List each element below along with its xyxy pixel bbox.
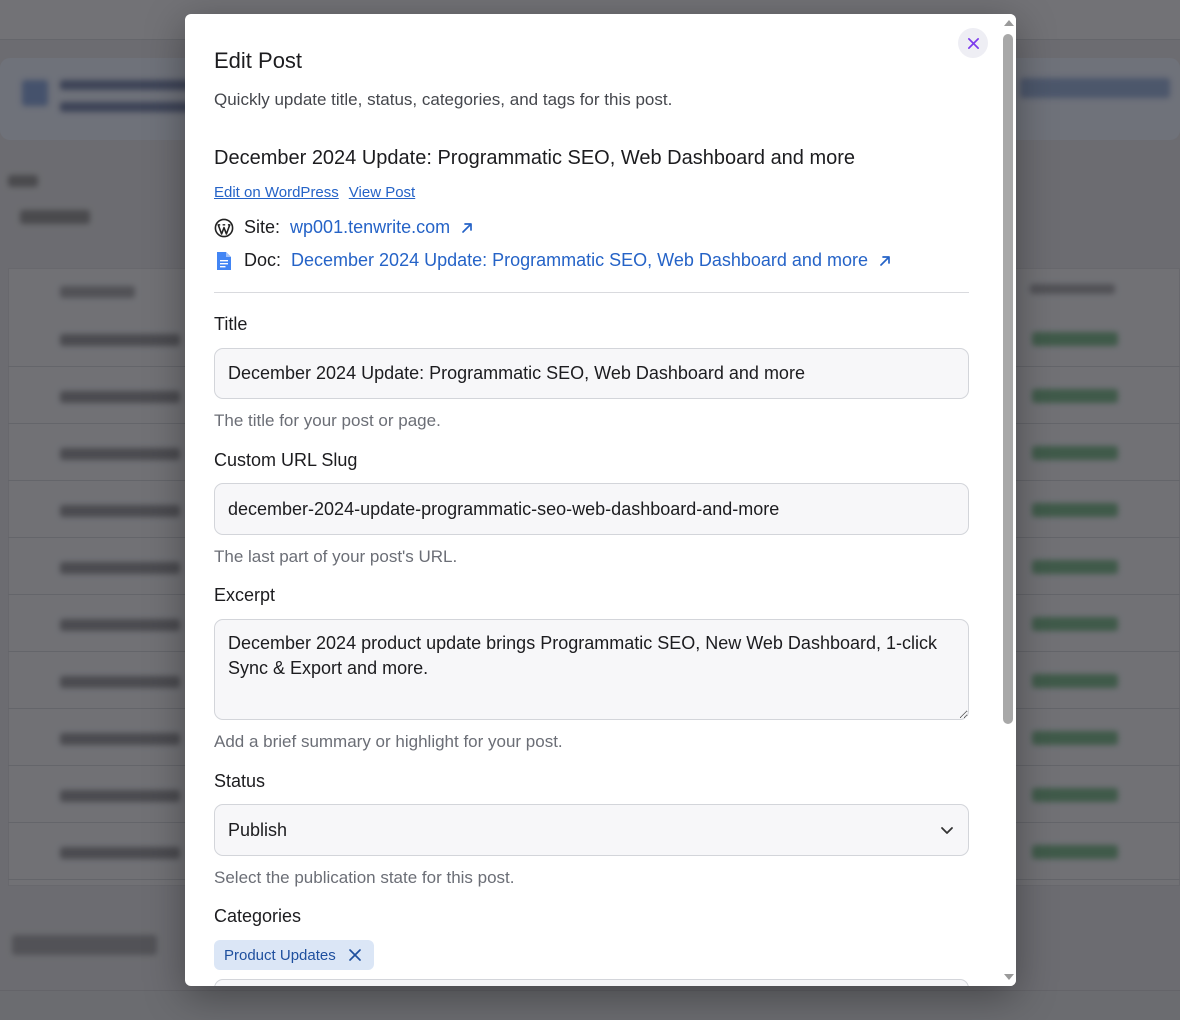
scroll-up-arrow[interactable] — [1004, 20, 1014, 26]
doc-row: Doc: December 2024 Update: Programmatic … — [214, 250, 892, 271]
status-select[interactable]: Publish — [214, 804, 969, 856]
remove-tag-icon[interactable] — [348, 948, 362, 962]
section-divider — [214, 292, 969, 293]
dialog-scrollbar[interactable] — [1000, 14, 1016, 986]
status-selected-value: Publish — [228, 819, 288, 840]
external-link-icon — [880, 255, 890, 266]
view-post-link[interactable]: View Post — [349, 184, 415, 201]
dialog-title: Edit Post — [214, 48, 303, 73]
excerpt-label: Excerpt — [214, 585, 276, 605]
category-tag-label: Product Updates — [224, 946, 336, 964]
post-heading: December 2024 Update: Programmatic SEO, … — [214, 147, 856, 169]
slug-label: Custom URL Slug — [214, 450, 358, 470]
google-doc-icon — [214, 251, 234, 271]
title-help: The title for your post or page. — [214, 411, 441, 430]
status-label: Status — [214, 771, 266, 791]
title-label: Title — [214, 314, 248, 334]
excerpt-help: Add a brief summary or highlight for you… — [214, 732, 563, 751]
doc-link[interactable]: December 2024 Update: Programmatic SEO, … — [291, 250, 868, 271]
doc-label: Doc: — [244, 250, 282, 270]
excerpt-textarea[interactable]: December 2024 product update brings Prog… — [214, 619, 969, 720]
wordpress-icon — [214, 218, 234, 238]
scroll-thumb[interactable] — [1003, 34, 1013, 724]
chevron-down-icon — [941, 827, 953, 834]
site-row: Site: wp001.tenwrite.com — [214, 217, 474, 238]
external-link-icon — [462, 222, 472, 233]
site-label: Site: — [244, 217, 281, 237]
categories-label: Categories — [214, 906, 302, 926]
close-icon — [967, 37, 979, 49]
scroll-down-arrow[interactable] — [1004, 974, 1014, 980]
edit-on-wordpress-link[interactable]: Edit on WordPress — [214, 184, 339, 201]
categories-input[interactable] — [214, 979, 969, 986]
edit-post-dialog: Edit Post Quickly update title, status, … — [185, 14, 1016, 986]
close-button[interactable] — [958, 28, 988, 58]
status-help: Select the publication state for this po… — [214, 868, 515, 887]
slug-help: The last part of your post's URL. — [214, 547, 458, 566]
category-tag: Product Updates — [214, 940, 374, 970]
dialog-subtitle: Quickly update title, status, categories… — [214, 90, 673, 109]
slug-input[interactable] — [214, 483, 969, 535]
site-link[interactable]: wp001.tenwrite.com — [290, 217, 450, 238]
post-links: Edit on WordPress View Post — [214, 184, 425, 201]
title-input[interactable] — [214, 348, 969, 399]
